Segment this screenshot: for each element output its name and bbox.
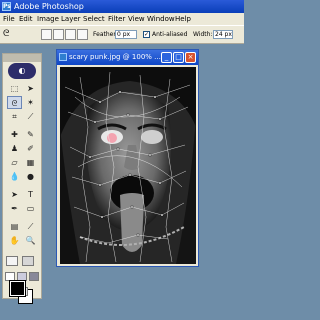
new-selection-button[interactable] [41,29,52,40]
antialiased-label: Anti-aliased [152,31,188,38]
pen-tool-icon[interactable]: ✒ [7,202,22,215]
subtract-selection-button[interactable] [65,29,76,40]
menu-view[interactable]: View [128,13,145,25]
standard-screen-mode-button[interactable] [5,272,15,281]
history-brush-tool-icon[interactable]: ✐ [23,142,38,155]
menu-select[interactable]: Select [83,13,105,25]
eraser-tool-icon[interactable]: ▱ [7,156,22,169]
menu-image[interactable]: Image [37,13,59,25]
menu-window[interactable]: Window [147,13,175,25]
eyedropper-tool-icon[interactable]: ⟋ [23,220,38,233]
clone-stamp-tool-icon[interactable]: ♟ [7,142,22,155]
toolbox-grip[interactable] [3,54,41,62]
antialiased-checkbox[interactable]: ✓ [143,31,150,38]
document-window: scary punk.jpg @ 100% ... _ □ × [56,49,199,267]
notes-tool-icon[interactable]: ▤ [7,220,22,233]
dodge-tool-icon[interactable]: ● [23,170,38,183]
add-to-selection-button[interactable] [53,29,64,40]
photoshop-app-icon: Ps [2,2,11,11]
menu-filter[interactable]: Filter [108,13,125,25]
app-titlebar: Ps Adobe Photoshop [0,0,244,13]
standard-mode-button[interactable] [6,256,18,266]
quick-mask-mode-button[interactable] [22,256,34,266]
type-tool-icon[interactable]: T [23,188,38,201]
magic-wand-tool-icon[interactable]: ✶ [23,96,38,109]
app-title: Adobe Photoshop [14,2,84,11]
width-input[interactable]: 24 px [213,30,233,39]
foreground-color-swatch[interactable] [10,281,25,296]
path-selection-tool-icon[interactable]: ➤ [7,188,22,201]
document-title: scary punk.jpg @ 100% ... [69,53,161,61]
scary-punk-image [60,67,196,264]
options-bar: ᘓ Feather: 0 px ✓ Anti-aliased Width: 24… [0,25,244,44]
menu-layer[interactable]: Layer [61,13,81,25]
full-screen-mode-button[interactable] [29,272,39,281]
menu-help[interactable]: Help [175,13,191,25]
shape-tool-icon[interactable]: ▭ [23,202,38,215]
image-canvas[interactable] [60,67,196,264]
lasso-tool-preset-icon[interactable]: ᘓ [3,29,17,40]
menu-edit[interactable]: Edit [19,13,33,25]
slice-tool-icon[interactable]: ⟋ [23,110,38,123]
close-button[interactable]: × [185,52,196,63]
lasso-tool-icon[interactable]: ᘓ [7,96,22,109]
maximize-button[interactable]: □ [173,52,184,63]
document-icon [59,53,67,61]
full-screen-menu-mode-button[interactable] [17,272,27,281]
menu-file[interactable]: File [3,13,15,25]
healing-brush-tool-icon[interactable]: ✚ [7,128,22,141]
brush-tool-icon[interactable]: ✎ [23,128,38,141]
gradient-tool-icon[interactable]: ▦ [23,156,38,169]
minimize-button[interactable]: _ [161,52,172,63]
blur-tool-icon[interactable]: 💧 [7,170,22,183]
adobe-online-icon[interactable]: ◐ [8,63,36,79]
move-tool-icon[interactable]: ➤ [23,82,38,95]
zoom-tool-icon[interactable]: 🔍 [23,234,38,247]
width-label: Width: [193,31,213,38]
menu-bar: File Edit Image Layer Select Filter View… [0,13,244,25]
feather-input[interactable]: 0 px [115,30,137,39]
hand-tool-icon[interactable]: ✋ [7,234,22,247]
marquee-tool-icon[interactable]: ⬚ [7,82,22,95]
intersect-selection-button[interactable] [77,29,88,40]
crop-tool-icon[interactable]: ⌗ [7,110,22,123]
